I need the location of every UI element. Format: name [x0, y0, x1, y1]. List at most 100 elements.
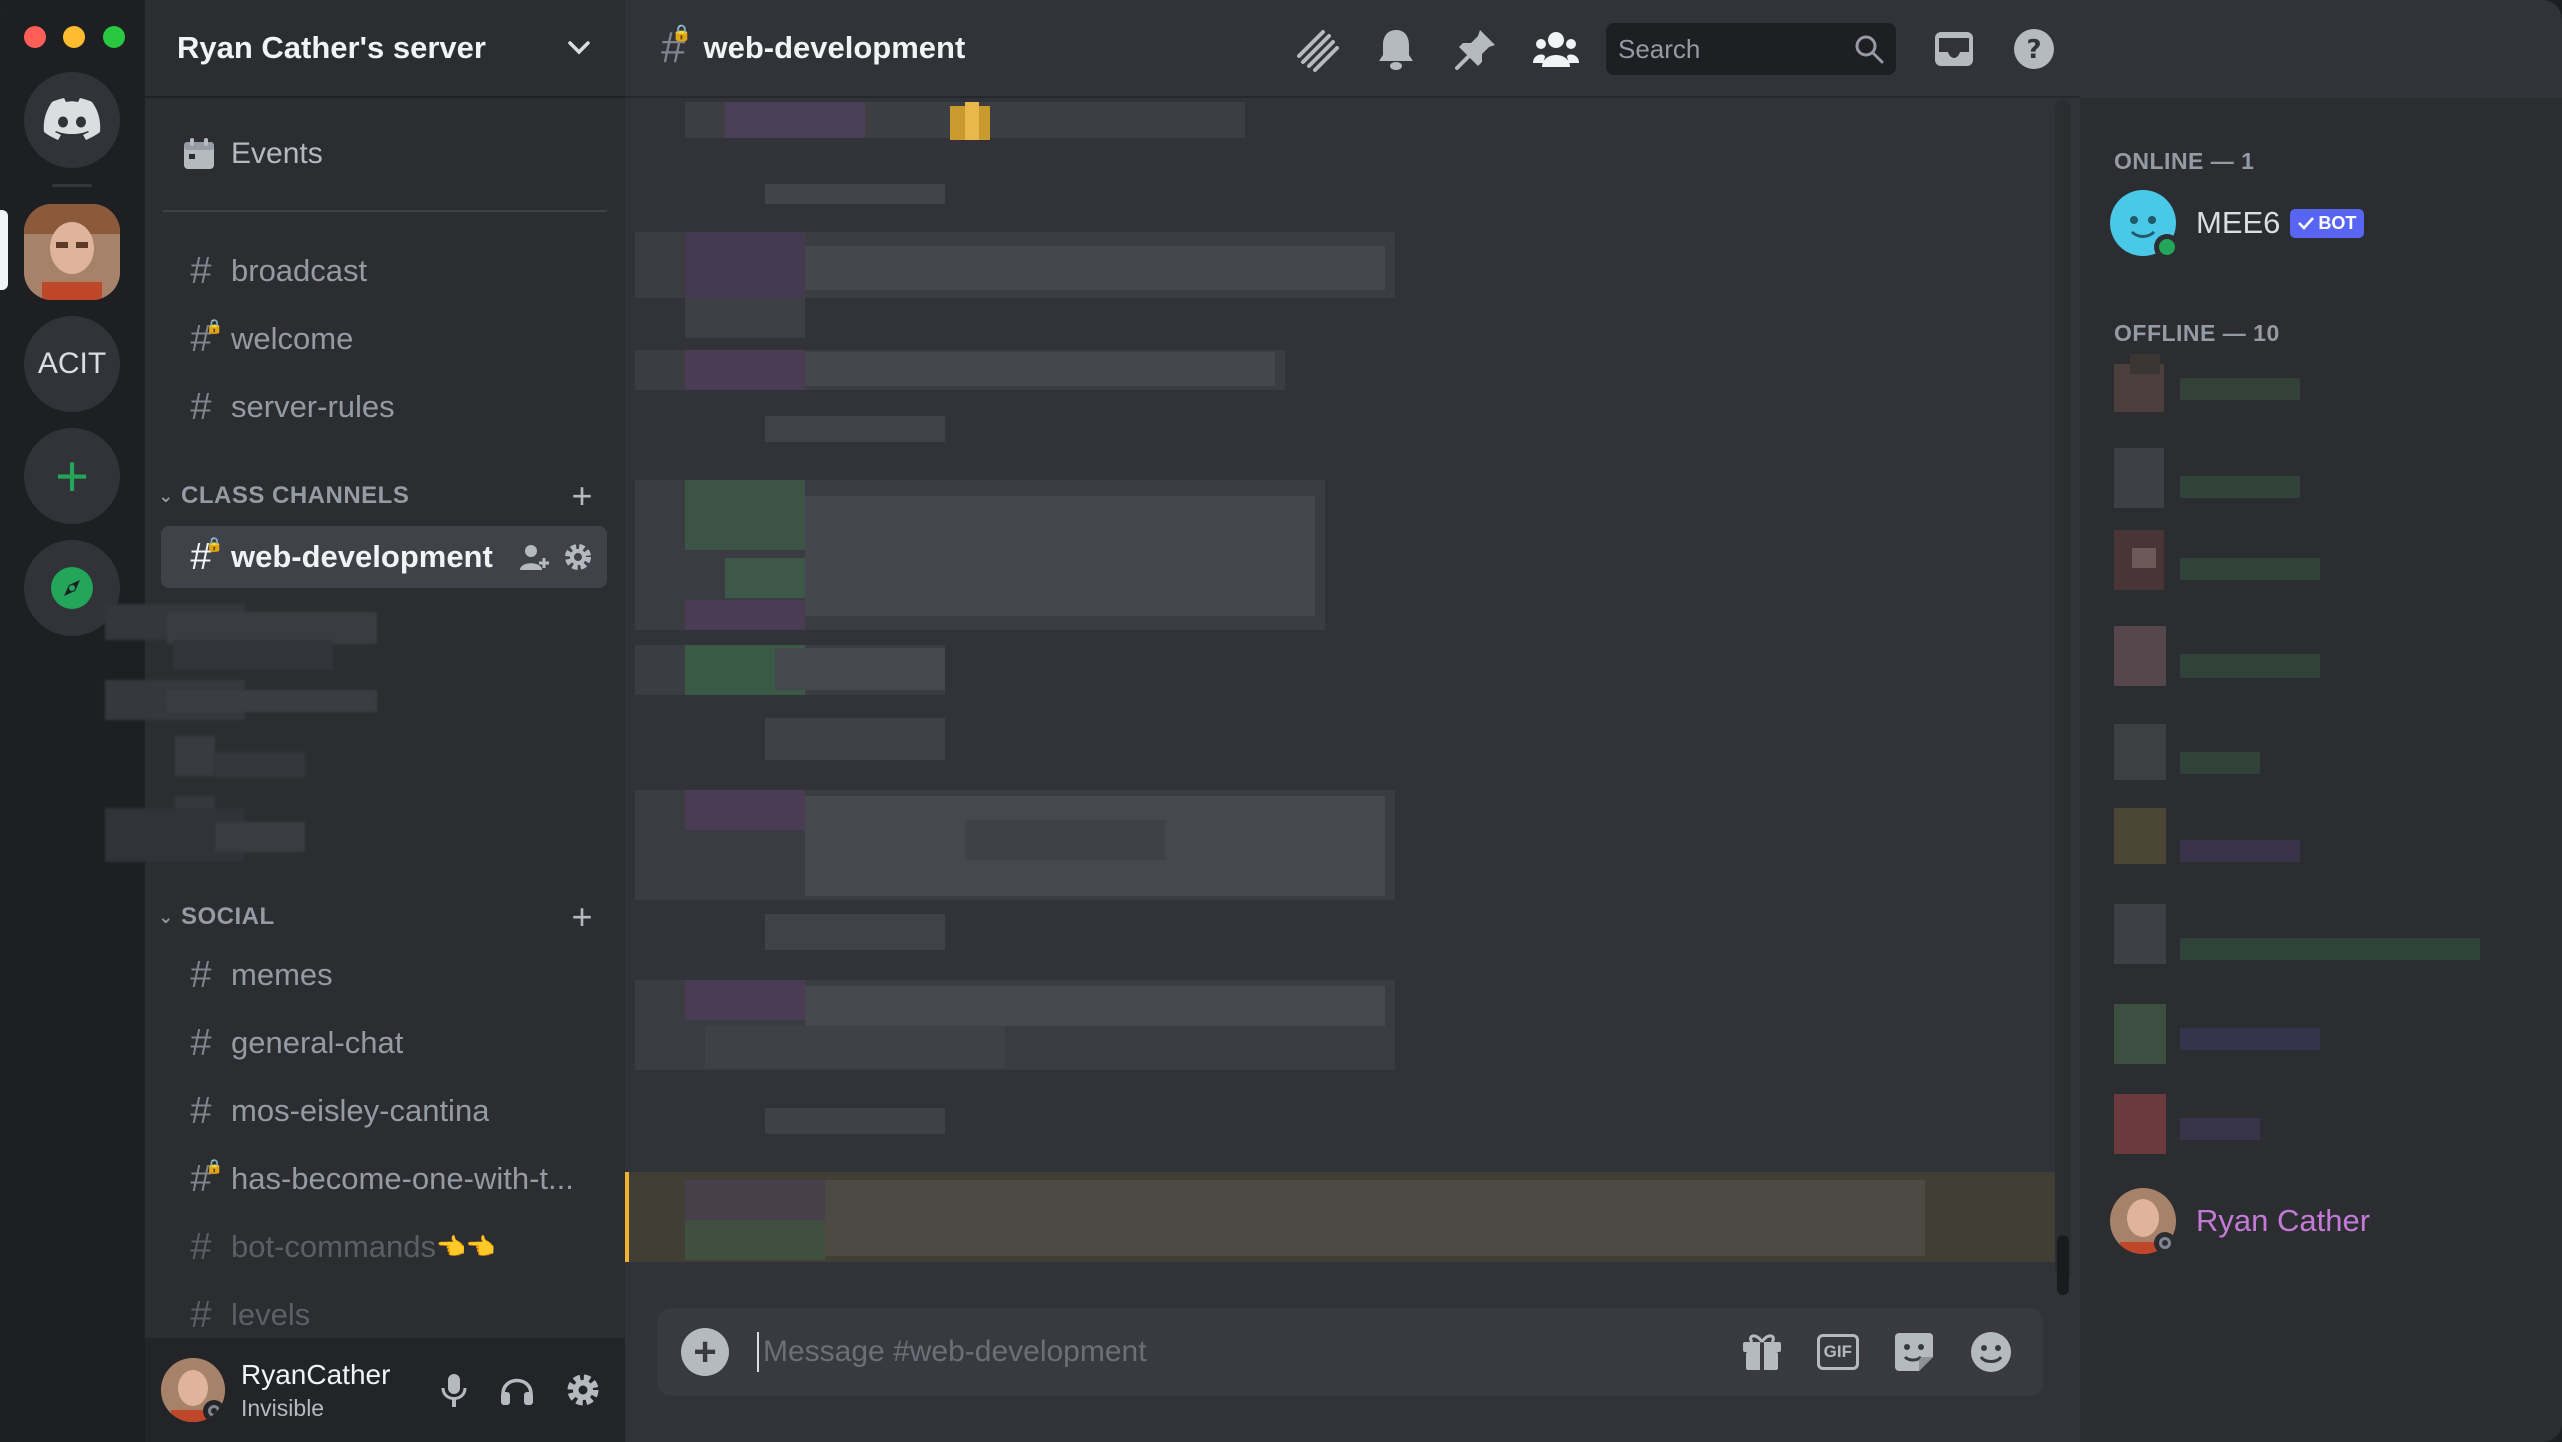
microphone-icon[interactable]	[439, 1372, 469, 1408]
channel-sidebar: Ryan Cather's server Events # broadcast	[105, 0, 625, 1442]
bot-badge-label: BOT	[2318, 212, 2357, 233]
channel-mos-eisley-cantina[interactable]: # mos-eisley-cantina	[161, 1080, 607, 1142]
member-list-toggle[interactable]	[1516, 29, 1596, 69]
server-avatar-ryan[interactable]	[24, 204, 120, 300]
server-rail: ACIT +	[0, 0, 145, 1442]
channel-has-become-one-with[interactable]: # 🔒 has-become-one-with-t...	[161, 1148, 607, 1210]
window-zoom-button[interactable]	[103, 26, 125, 48]
channel-general-chat[interactable]: # general-chat	[161, 1012, 607, 1074]
member-name: MEE6	[2196, 205, 2281, 240]
compass-icon	[51, 567, 93, 609]
locked-hashtag-icon: # 🔒	[661, 23, 692, 72]
channel-label: bot-commands	[231, 1229, 437, 1264]
server-acit-label: ACIT	[37, 347, 107, 380]
gear-icon[interactable]	[563, 542, 593, 572]
locked-hashtag-icon: # 🔒	[190, 535, 223, 578]
help-icon: ?	[2014, 29, 2054, 69]
threads-button[interactable]	[1276, 26, 1356, 72]
avatar[interactable]	[161, 1358, 225, 1422]
channel-server-rules[interactable]: # server-rules	[161, 376, 607, 438]
emoji-icon[interactable]	[1969, 1330, 2013, 1374]
gif-icon[interactable]: GIF	[1816, 1334, 1859, 1370]
scrollbar-thumb[interactable]	[2057, 1235, 2069, 1295]
category-class-channels[interactable]: ⌄ CLASS CHANNELS +	[155, 475, 615, 517]
window-close-button[interactable]	[24, 26, 46, 48]
locked-hashtag-icon: # 🔒	[190, 1157, 223, 1200]
online-header: ONLINE — 1	[2114, 148, 2255, 174]
message-list	[625, 100, 2055, 1262]
invisible-status-icon	[203, 1400, 225, 1422]
chevron-down-icon	[568, 41, 590, 55]
channel-title: web-development	[703, 30, 966, 65]
channel-label: broadcast	[231, 253, 368, 288]
avatar	[2110, 190, 2180, 260]
online-status-icon	[2154, 234, 2180, 260]
server-name: Ryan Cather's server	[177, 30, 486, 65]
hashtag-icon: #	[190, 1293, 212, 1336]
hashtag-icon: #	[190, 953, 212, 996]
bot-badge: BOT	[2290, 208, 2365, 238]
search-input[interactable]: Search	[1606, 23, 1896, 75]
channel-label: has-become-one-with-t...	[231, 1161, 574, 1196]
message-scrollbar[interactable]	[2055, 100, 2071, 1295]
channel-label: general-chat	[231, 1025, 404, 1060]
channel-label: welcome	[231, 321, 354, 356]
pinned-messages-button[interactable]	[1436, 27, 1516, 71]
pin-icon	[1455, 30, 1495, 70]
member-ryan-cather[interactable]: Ryan Cather	[2110, 1186, 2550, 1256]
home-button[interactable]	[24, 72, 120, 168]
chat-area: # 🔒 web-development Search ? + Message #…	[625, 0, 2080, 1442]
channel-label: mos-eisley-cantina	[231, 1093, 490, 1128]
create-channel-button[interactable]: +	[571, 896, 593, 938]
notification-bell-icon	[1379, 30, 1413, 70]
channel-welcome[interactable]: # 🔒 welcome	[161, 308, 607, 370]
events-link[interactable]: Events	[159, 122, 609, 186]
discord-window: ACIT + Ryan Cather's server Events # bro…	[0, 0, 2562, 1442]
notification-settings-button[interactable]	[1356, 27, 1436, 71]
message-input[interactable]: Message #web-development	[757, 1332, 1741, 1372]
server-header[interactable]: Ryan Cather's server	[145, 0, 625, 98]
member-mee6[interactable]: MEE6 BOT	[2110, 188, 2550, 260]
hashtag-icon: #	[190, 1089, 212, 1132]
channel-levels[interactable]: # levels	[161, 1284, 607, 1346]
server-acit[interactable]: ACIT	[24, 316, 120, 412]
user-info[interactable]: RyanCather Invisible	[241, 1359, 411, 1422]
member-name: Ryan Cather	[2196, 1203, 2371, 1238]
user-panel: RyanCather Invisible	[145, 1338, 625, 1442]
search-placeholder: Search	[1618, 33, 1701, 64]
user-avatar-photo	[24, 204, 120, 300]
message-composer: + Message #web-development GIF	[657, 1308, 2043, 1396]
hashtag-icon: #	[190, 1021, 212, 1064]
headphones-icon[interactable]	[499, 1372, 535, 1408]
hashtag-icon: #	[190, 249, 212, 292]
invite-member-icon[interactable]	[519, 542, 549, 572]
gift-icon[interactable]	[1741, 1332, 1783, 1372]
channel-memes[interactable]: # memes	[161, 944, 607, 1006]
chevron-down-icon: ⌄	[158, 906, 174, 927]
user-settings-gear-icon[interactable]	[565, 1372, 601, 1408]
inbox-button[interactable]	[1914, 30, 1994, 68]
channel-broadcast[interactable]: # broadcast	[161, 240, 607, 302]
username: RyanCather	[241, 1358, 391, 1390]
create-channel-button[interactable]: +	[571, 475, 593, 517]
active-server-indicator	[0, 210, 8, 290]
window-minimize-button[interactable]	[63, 26, 85, 48]
channel-label: server-rules	[231, 389, 395, 424]
threads-icon	[1297, 30, 1339, 72]
checkmark-icon	[2298, 217, 2315, 230]
help-button[interactable]: ?	[1994, 27, 2074, 71]
hashtag-icon: #	[190, 1225, 212, 1268]
upload-plus-button[interactable]: +	[681, 1328, 729, 1376]
chevron-down-icon: ⌄	[158, 485, 174, 506]
category-social[interactable]: ⌄ SOCIAL +	[155, 896, 615, 938]
channel-web-development[interactable]: # 🔒 web-development	[161, 526, 607, 588]
locked-hashtag-icon: # 🔒	[190, 317, 223, 360]
channel-bot-commands[interactable]: # bot-commands 👈👈	[161, 1216, 607, 1278]
events-label: Events	[231, 137, 323, 170]
channel-label: memes	[231, 957, 333, 992]
message-placeholder: Message #web-development	[763, 1335, 1147, 1368]
add-server-button[interactable]: +	[24, 428, 120, 524]
sticker-icon[interactable]	[1893, 1331, 1935, 1373]
offline-status-icon	[2154, 1232, 2176, 1254]
hashtag-icon: #	[190, 385, 212, 428]
